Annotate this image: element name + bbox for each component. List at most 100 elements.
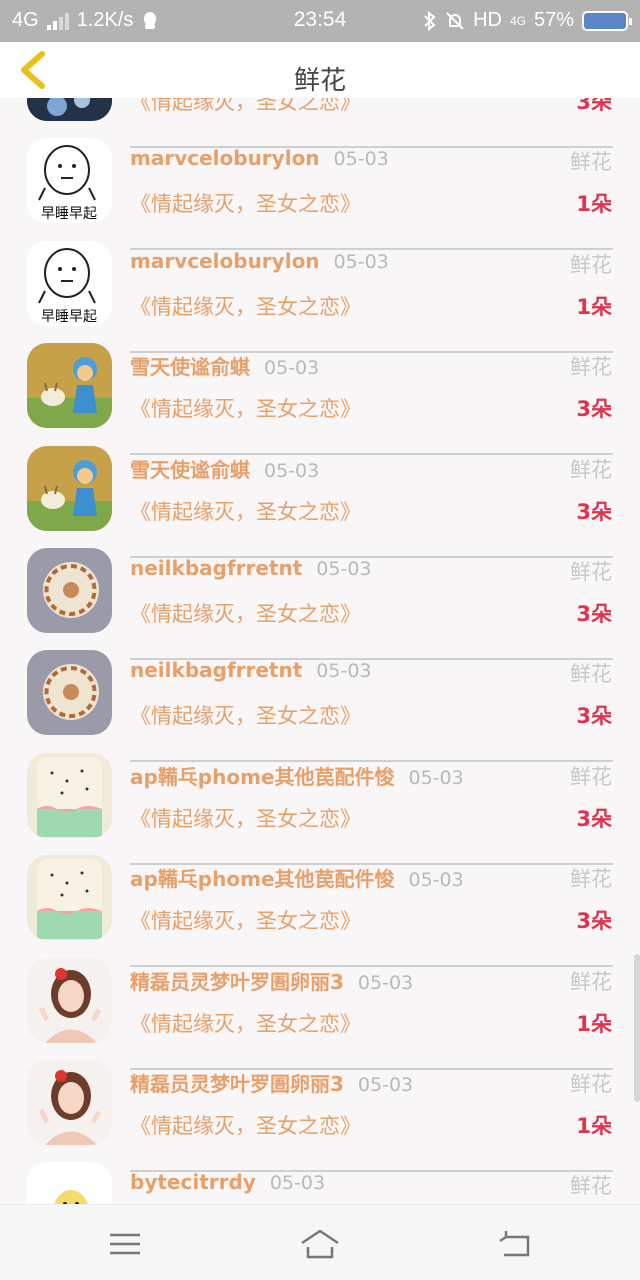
gift-type-label: 鲜花	[570, 150, 612, 175]
sender-name-text: ap鞴乓phome其他苠配件悛	[130, 764, 395, 789]
sender-name: neilkbagfrretnt 05-03	[130, 556, 372, 580]
gift-type-label: 鲜花	[570, 457, 612, 482]
sender-name-text: 精磊员灵梦叶罗圄卵丽3	[130, 969, 344, 994]
sender-name-text: neilkbagfrretnt	[130, 555, 303, 580]
gift-type-label: 鲜花	[570, 867, 612, 892]
gift-count: 3朵	[576, 98, 612, 114]
sender-name-text: ap鞴乓phome其他苠配件悛	[130, 867, 395, 892]
list-item[interactable]: ap鞴乓phome其他苠配件悛 05-03 鲜花《情起缘灭，圣女之恋》 3朵	[0, 839, 640, 968]
gift-title: 《情起缘灭，圣女之恋》	[130, 704, 361, 729]
send-date: 05-03	[333, 250, 389, 273]
list-item[interactable]: neilkbagfrretnt 05-03 鲜花《情起缘灭，圣女之恋》 3朵	[0, 634, 640, 763]
avatar[interactable]	[27, 855, 112, 941]
mute-icon	[446, 11, 464, 30]
svg-text:早睡早起: 早睡早起	[41, 206, 97, 222]
gift-count: 3朵	[576, 601, 612, 626]
gift-count: 1朵	[576, 294, 612, 319]
gift-count: 3朵	[576, 499, 612, 524]
sender-name: 精磊员灵梦叶罗圄卵丽3 05-03	[130, 1068, 413, 1097]
avatar[interactable]	[27, 1162, 112, 1204]
sender-name: 雪天使谧俞蜞 05-03	[130, 351, 319, 380]
avatar[interactable]	[27, 445, 112, 531]
gift-type-label: 鲜花	[570, 355, 612, 380]
avatar[interactable]: 早睡早起	[27, 240, 112, 326]
network-small: 4G	[509, 13, 526, 28]
gift-count: 3朵	[576, 704, 612, 729]
gift-type-label: 鲜花	[570, 662, 612, 687]
gift-title: 《情起缘灭，圣女之恋》	[130, 397, 361, 422]
gift-count: 1朵	[576, 192, 612, 217]
scrollbar[interactable]	[634, 954, 640, 1102]
sender-name: neilkbagfrretnt 05-03	[130, 658, 372, 682]
send-date: 05-03	[357, 971, 414, 994]
list-item[interactable]: 早睡早起 marvceloburylon 05-03 鲜花《情起缘灭，圣女之恋》 1朵	[0, 225, 640, 353]
home-icon[interactable]	[300, 1227, 340, 1261]
svg-text:早睡早起: 早睡早起	[41, 309, 97, 325]
list-item[interactable]: 早睡早起 marvceloburylon 05-03 鲜花《情起缘灭，圣女之恋》 1朵	[0, 122, 640, 251]
gift-title: 《情起缘灭，圣女之恋》	[130, 294, 361, 319]
avatar[interactable]	[27, 98, 112, 121]
avatar[interactable]	[27, 1059, 112, 1145]
gift-type-label: 鲜花	[570, 252, 612, 277]
gift-type-label: 鲜花	[570, 969, 612, 994]
gift-title: 《情起缘灭，圣女之恋》	[130, 499, 361, 524]
sender-name-text: marvceloburylon	[130, 248, 320, 273]
avatar[interactable]	[27, 547, 112, 633]
avatar[interactable]	[27, 957, 112, 1043]
menu-icon[interactable]	[106, 1227, 146, 1261]
top-bar: 鲜花	[0, 42, 640, 98]
sender-name-text: marvceloburylon	[130, 146, 320, 171]
avatar[interactable]: 早睡早起	[27, 138, 112, 224]
gift-type-label: 鲜花	[570, 1174, 612, 1199]
send-date: 05-03	[316, 557, 372, 580]
list-item[interactable]: 精磊员灵梦叶罗圄卵丽3 05-03 鲜花 《情起缘灭，圣女之恋》 1朵	[0, 1044, 640, 1172]
send-date: 05-03	[408, 869, 464, 892]
gift-count: 3朵	[576, 909, 612, 934]
sender-name: ap鞴乓phome其他苠配件悛 05-03	[130, 761, 464, 790]
sender-name: marvceloburylon 05-03	[130, 146, 389, 170]
battery-percent: 57%	[533, 9, 574, 31]
list-item[interactable]: 雪天使谧俞蜞 05-03 鲜花《情起缘灭，圣女之恋》 3朵	[0, 430, 640, 558]
sender-name-text: bytecitrrdy	[130, 1170, 256, 1195]
hd-badge: HD	[473, 9, 502, 31]
list-item[interactable]: 雪天使谧俞蜞 05-03 鲜花《情起缘灭，圣女之恋》 3朵	[0, 327, 640, 456]
avatar[interactable]	[27, 650, 112, 736]
list-item[interactable]: neilkbagfrretnt 05-03 鲜花《情起缘灭，圣女之恋》 3朵	[0, 532, 640, 660]
avatar[interactable]	[27, 752, 112, 838]
sender-name-text: neilkbagfrretnt	[130, 658, 303, 683]
sender-name: marvceloburylon 05-03	[130, 249, 389, 273]
battery-icon	[582, 10, 632, 31]
bluetooth-icon	[424, 10, 436, 31]
gift-count: 3朵	[576, 397, 612, 422]
gift-count: 1朵	[576, 1113, 612, 1138]
sender-name: 精磊员灵梦叶罗圄卵丽3 05-03	[130, 966, 413, 995]
send-date: 05-03	[316, 660, 372, 683]
send-date: 05-03	[408, 766, 464, 789]
list-item[interactable]: bytecitrrdy 05-03 鲜花	[0, 1146, 640, 1204]
gift-title: 《情起缘灭，圣女之恋》	[130, 192, 361, 217]
send-date: 05-03	[269, 1172, 326, 1195]
list-item[interactable]: 《情起缘灭，圣女之恋》 3朵	[0, 98, 640, 148]
send-date: 05-03	[357, 1073, 414, 1096]
gift-title: 《情起缘灭，圣女之恋》	[130, 98, 361, 114]
gift-title: 《情起缘灭，圣女之恋》	[130, 909, 361, 934]
sender-name: ap鞴乓phome其他苠配件悛 05-03	[130, 863, 464, 892]
gift-type-label: 鲜花	[570, 559, 612, 584]
avatar[interactable]	[27, 343, 112, 429]
list-item[interactable]: 精磊员灵梦叶罗圄卵丽3 05-03 鲜花 《情起缘灭，圣女之恋》 1朵	[0, 942, 640, 1070]
gift-type-label: 鲜花	[570, 764, 612, 789]
sender-name-text: 精磊员灵梦叶罗圄卵丽3	[130, 1071, 344, 1096]
gift-type-label: 鲜花	[570, 1071, 612, 1096]
gift-title: 《情起缘灭，圣女之恋》	[130, 806, 361, 831]
gift-title: 《情起缘灭，圣女之恋》	[130, 601, 361, 626]
sender-name: 雪天使谧俞蜞 05-03	[130, 454, 319, 483]
gift-title: 《情起缘灭，圣女之恋》	[130, 1011, 361, 1036]
page-title: 鲜花	[293, 66, 346, 96]
gift-list[interactable]: 《情起缘灭，圣女之恋》 3朵 早睡早起 marvceloburylon 05-03 鲜花《…	[0, 98, 640, 1204]
list-item[interactable]: ap鞴乓phome其他苠配件悛 05-03 鲜花《情起缘灭，圣女之恋》 3朵	[0, 737, 640, 865]
back-icon[interactable]	[496, 1227, 536, 1261]
send-date: 05-03	[264, 357, 320, 380]
gift-count: 3朵	[576, 806, 612, 831]
send-date: 05-03	[264, 459, 320, 482]
status-bar: 4G 1.2K/s 23:54 HD 4G 57%	[0, 0, 640, 42]
